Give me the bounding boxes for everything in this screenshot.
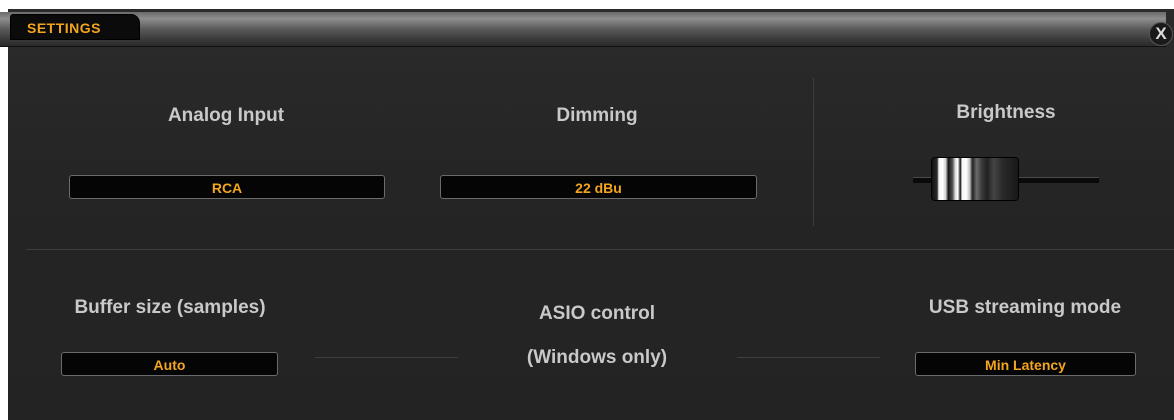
usb-streaming-mode-select[interactable]: Min Latency	[915, 352, 1136, 376]
dimming-value: 22 dBu	[575, 180, 622, 196]
brightness-slider-handle[interactable]	[932, 158, 1018, 200]
buffer-size-select[interactable]: Auto	[61, 352, 278, 376]
buffer-size-label: Buffer size (samples)	[74, 297, 266, 318]
asio-control-label: ASIO control	[538, 303, 656, 324]
analog-input-value: RCA	[211, 180, 243, 196]
dimming-label: Dimming	[556, 105, 638, 126]
dimming-select[interactable]: 22 dBu	[440, 175, 757, 199]
usb-streaming-mode-value: Min Latency	[985, 357, 1066, 373]
buffer-size-value: Auto	[153, 357, 186, 373]
asio-left-line	[315, 357, 458, 358]
close-icon: X	[1155, 24, 1167, 43]
asio-windows-only-label: (Windows only)	[526, 347, 668, 368]
asio-right-line	[737, 357, 880, 358]
vertical-divider	[813, 78, 814, 226]
settings-title-tab: SETTINGS	[10, 14, 140, 40]
usb-streaming-mode-label: USB streaming mode	[928, 297, 1122, 318]
close-button[interactable]: X	[1149, 22, 1173, 46]
horizontal-divider	[26, 249, 1174, 250]
analog-input-select[interactable]: RCA	[69, 175, 385, 199]
window-title: SETTINGS	[27, 20, 102, 36]
title-bar	[0, 12, 1166, 47]
brightness-label: Brightness	[956, 102, 1056, 123]
analog-input-label: Analog Input	[167, 105, 285, 126]
